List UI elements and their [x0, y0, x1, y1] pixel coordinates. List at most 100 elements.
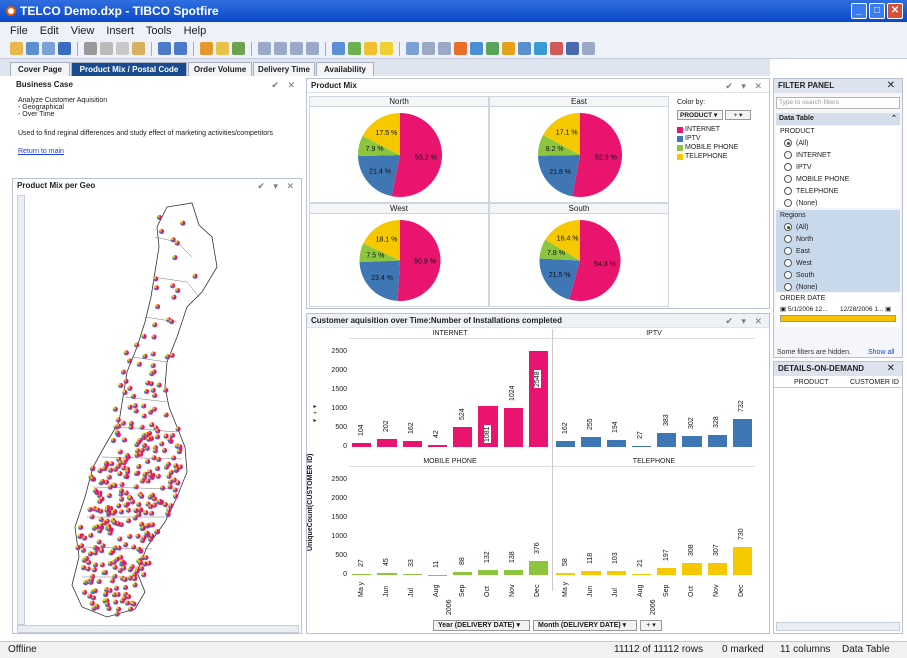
map-pie-marker[interactable] [163, 433, 169, 439]
map-pie-marker[interactable] [144, 530, 150, 536]
filter-option[interactable]: (All) [784, 139, 808, 147]
map-pie-marker[interactable] [118, 509, 124, 515]
map-pie-marker[interactable] [83, 555, 90, 562]
horizontal-scrollbar[interactable] [17, 625, 299, 633]
map-pie-marker[interactable] [112, 483, 118, 489]
map-pie-marker[interactable] [128, 420, 134, 427]
bar-chart-area[interactable]: INTERNET 104 202 162 42 524 1081 1024 2548 2500 20… [321, 329, 769, 619]
table-icon[interactable] [422, 42, 435, 55]
map-pie-marker[interactable] [110, 437, 116, 444]
star-icon[interactable] [380, 42, 393, 55]
menu-insert[interactable]: Insert [106, 25, 134, 37]
map-pie-marker[interactable] [132, 576, 138, 582]
map-pie-marker[interactable] [117, 470, 123, 477]
map-pie-marker[interactable] [172, 487, 178, 493]
bar-iptv-aug[interactable] [631, 445, 651, 447]
map-pie-marker[interactable] [88, 532, 94, 538]
map-pie-marker[interactable] [151, 369, 157, 375]
bar-iptv-sep[interactable] [657, 432, 677, 447]
map-pie-marker[interactable] [94, 507, 101, 513]
filter-search-input[interactable]: Type to search filters [776, 97, 900, 109]
home-icon[interactable] [232, 42, 245, 55]
map-pie-marker[interactable] [118, 496, 125, 502]
map-pie-marker[interactable] [169, 283, 176, 289]
filter-option[interactable]: INTERNET [784, 151, 831, 159]
map-pie-marker[interactable] [169, 432, 176, 439]
map-pie-marker[interactable] [139, 478, 146, 484]
map-pie-marker[interactable] [141, 413, 147, 419]
panel-controls[interactable]: ✔ ▾ ✕ [257, 179, 297, 193]
filter-option[interactable]: IPTV [784, 163, 812, 171]
map-pie-marker[interactable] [116, 503, 122, 509]
map-pie-marker[interactable] [149, 492, 156, 498]
details-col-product[interactable]: PRODUCT [794, 377, 829, 388]
map-pie-marker[interactable] [117, 449, 123, 455]
redo-icon[interactable] [174, 42, 187, 55]
legend-item[interactable]: MOBILE PHONE [677, 143, 738, 152]
map-pie-marker[interactable] [139, 447, 145, 453]
map-pie-marker[interactable] [97, 498, 103, 504]
legend-item[interactable]: TELEPHONE [677, 152, 738, 161]
map-pie-marker[interactable] [108, 461, 115, 467]
refresh-icon[interactable] [42, 42, 55, 55]
map-pie-marker[interactable] [163, 387, 169, 393]
new-page-icon[interactable] [406, 42, 419, 55]
details-icon[interactable] [348, 42, 361, 55]
map-pie-marker[interactable] [141, 572, 147, 578]
map-pie-marker[interactable] [175, 480, 181, 486]
map-pie-marker[interactable] [115, 591, 121, 598]
map-pie-marker[interactable] [163, 412, 169, 418]
map-pie-marker[interactable] [128, 606, 134, 612]
line-chart-icon[interactable] [470, 42, 483, 55]
map-pie-marker[interactable] [143, 388, 150, 395]
pie-chart-east[interactable]: 52.9 % 21.8 % 8.2 % 17.1 % [490, 107, 670, 203]
map-pie-marker[interactable] [114, 430, 120, 436]
map-pie-marker[interactable] [92, 588, 98, 594]
map-pie-marker[interactable] [176, 449, 182, 455]
filter-icon[interactable] [332, 42, 345, 55]
map-pie-marker[interactable] [96, 539, 102, 545]
map-pie-marker[interactable] [97, 468, 103, 474]
map-pie-marker[interactable] [150, 387, 156, 393]
bar-internet-aug[interactable] [427, 445, 447, 447]
bar-iptv-nov[interactable] [707, 434, 727, 447]
map-pie-marker[interactable] [85, 566, 91, 572]
bar-telephone-nov[interactable] [707, 563, 727, 575]
map-pie-marker[interactable] [141, 442, 148, 449]
open-icon[interactable] [10, 42, 23, 55]
map-pie-marker[interactable] [78, 524, 84, 530]
map-pie-marker[interactable] [106, 474, 112, 480]
close-icon[interactable]: ✕ [887, 362, 898, 376]
map-pie-marker[interactable] [87, 507, 93, 513]
map-pie-marker[interactable] [136, 361, 142, 367]
map-pie-marker[interactable] [96, 578, 102, 585]
map-pie-marker[interactable] [155, 428, 161, 434]
filter-option[interactable]: East [784, 247, 810, 255]
map-pie-marker[interactable] [113, 585, 119, 591]
map-pie-marker[interactable] [142, 561, 148, 567]
bar-iptv-dec[interactable] [732, 419, 752, 447]
map-pie-marker[interactable] [91, 567, 98, 573]
add-data-icon[interactable] [26, 42, 39, 55]
map-pie-marker[interactable] [153, 285, 159, 291]
cut-icon[interactable] [100, 42, 113, 55]
x-axis-add-button[interactable]: + ▾ [640, 620, 662, 631]
map-pie-marker[interactable] [123, 502, 129, 508]
map-pie-marker[interactable] [81, 565, 87, 571]
map-pie-marker[interactable] [133, 408, 139, 414]
map-pie-marker[interactable] [171, 455, 177, 461]
bar-telephone-may[interactable] [556, 572, 576, 575]
bar-telephone-sep[interactable] [657, 567, 677, 575]
map-pie-marker[interactable] [122, 576, 128, 583]
map-pie-marker[interactable] [103, 591, 109, 597]
map-pie-marker[interactable] [154, 434, 161, 440]
filter-option[interactable]: North [784, 235, 813, 243]
map-pie-marker[interactable] [157, 498, 163, 505]
pie-chart-south[interactable]: 54.3 % 21.5 % 7.8 % 16.4 % [490, 214, 670, 307]
map-pie-marker[interactable] [165, 510, 171, 516]
map-pie-marker[interactable] [150, 362, 156, 369]
save-icon[interactable] [58, 42, 71, 55]
filter-option[interactable]: South [784, 271, 814, 279]
map-pie-marker[interactable] [164, 354, 171, 360]
tab-delivery-time[interactable]: Delivery Time [253, 62, 315, 76]
